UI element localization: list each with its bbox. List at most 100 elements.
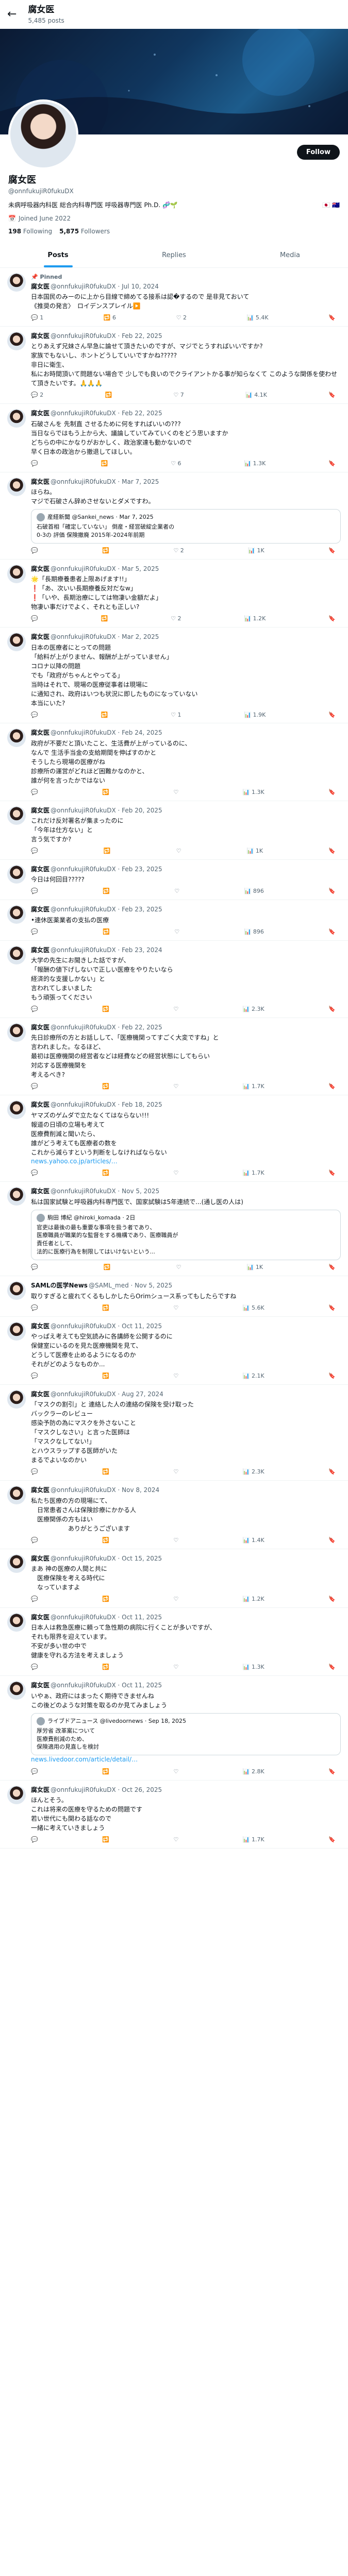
post-author-name[interactable]: 腐女医 [31, 332, 49, 340]
post-repost-button[interactable]: 🔁 [102, 547, 109, 555]
post-like-button[interactable]: ♡ [173, 1768, 178, 1776]
post-like-button[interactable]: ♡ 2 [173, 547, 184, 555]
post-like-button[interactable]: ♡ [173, 1169, 178, 1177]
post-reply-button[interactable]: 💬 [31, 847, 38, 855]
post-repost-button[interactable]: 🔁 [102, 1169, 109, 1177]
bookmark-icon[interactable]: 🔖 [328, 788, 336, 796]
post-repost-button[interactable]: 🔁 [104, 847, 111, 855]
post[interactable]: 腐女医 @onnfukujiR0fukuDX · Oct 26, 2025 ほんとそ… [0, 1781, 348, 1849]
post[interactable]: 腐女医 @onnfukujiR0fukuDX · Feb 24, 2025 政府が不… [0, 723, 348, 801]
profile-avatar[interactable] [8, 99, 78, 170]
post-avatar[interactable] [7, 945, 26, 964]
post[interactable]: 腐女医 @onnfukujiR0fukuDX · Feb 18, 2025 ヤマズの… [0, 1095, 348, 1182]
following-link[interactable]: 198 Following [8, 227, 52, 236]
post-avatar[interactable] [7, 409, 26, 428]
post-reply-button[interactable]: 💬 [31, 711, 38, 719]
post-repost-button[interactable]: 🔁 [102, 1304, 109, 1312]
post-repost-button[interactable]: 🔁 [101, 460, 108, 468]
bookmark-icon[interactable]: 🔖 [328, 711, 336, 719]
post-like-button[interactable]: ♡ [173, 1836, 178, 1844]
post-link[interactable]: news.livedoor.com/article/detail/… [31, 1755, 341, 1764]
post-views-button[interactable]: 📊 896 [244, 928, 264, 936]
post-repost-button[interactable]: 🔁 6 [104, 314, 116, 322]
post[interactable]: 腐女医 @onnfukujiR0fukuDX · Oct 11, 2025 日本人は… [0, 1608, 348, 1676]
post-like-button[interactable]: ♡ [173, 1005, 178, 1013]
post-repost-button[interactable]: 🔁 [103, 928, 110, 936]
bookmark-icon[interactable]: 🔖 [328, 847, 336, 855]
post-avatar[interactable] [7, 1785, 26, 1804]
bookmark-icon[interactable]: 🔖 [328, 1169, 336, 1177]
post-author-name[interactable]: 腐女医 [31, 729, 49, 736]
post-views-button[interactable]: 📊 1.7K [243, 1082, 264, 1091]
post[interactable]: SAMLの医学News @SAML_med · Nov 5, 2025 取りすぎると… [0, 1276, 348, 1317]
bookmark-icon[interactable]: 🔖 [328, 1836, 336, 1844]
post-author-name[interactable]: 腐女医 [31, 1555, 49, 1562]
post-author-handle[interactable]: @onnfukujiR0fukuDX · Oct 11, 2025 [51, 1682, 162, 1689]
post-repost-button[interactable]: 🔁 [102, 1836, 109, 1844]
post-author-handle[interactable]: @onnfukujiR0fukuDX · Oct 15, 2025 [51, 1555, 162, 1562]
post-reply-button[interactable]: 💬 1 [31, 314, 43, 322]
post-like-button[interactable]: ♡ [173, 1468, 178, 1476]
post-author-handle[interactable]: @onnfukujiR0fukuDX · Feb 22, 2025 [51, 332, 162, 340]
bookmark-icon[interactable]: 🔖 [328, 1768, 336, 1776]
post-like-button[interactable]: ♡ [176, 1263, 181, 1272]
post-avatar[interactable] [7, 1389, 26, 1409]
bookmark-icon[interactable]: 🔖 [328, 1082, 336, 1091]
post-avatar[interactable] [7, 865, 26, 884]
post-like-button[interactable]: ♡ [173, 1372, 178, 1380]
post-like-button[interactable]: ♡ 7 [173, 391, 184, 399]
post-author-name[interactable]: 腐女医 [31, 565, 49, 572]
bookmark-icon[interactable]: 🔖 [328, 1663, 336, 1671]
post-avatar[interactable] [7, 1613, 26, 1632]
post-author-handle[interactable]: @onnfukujiR0fukuDX · Jul 10, 2024 [51, 283, 159, 290]
post-link[interactable]: news.yahoo.co.jp/articles/… [31, 1157, 341, 1166]
post-repost-button[interactable]: 🔁 [104, 1263, 111, 1272]
post-reply-button[interactable]: 💬 [31, 547, 38, 555]
post-views-button[interactable]: 📊 1.9K [244, 711, 266, 719]
post-repost-button[interactable]: 🔁 [102, 788, 109, 796]
post-author-handle[interactable]: @onnfukujiR0fukuDX · Feb 22, 2025 [51, 1024, 162, 1031]
post-like-button[interactable]: ♡ [173, 1304, 178, 1312]
post[interactable]: 📌 Pinned 腐女医 @onnfukujiR0fukuDX · Jul 10, … [0, 268, 348, 327]
post[interactable]: 腐女医 @onnfukujiR0fukuDX · Oct 11, 2025 やっぱえ… [0, 1317, 348, 1385]
post-avatar[interactable] [7, 1554, 26, 1573]
post-reply-button[interactable]: 💬 [31, 1372, 38, 1380]
quoted-post[interactable]: 駒田 博紀 @hiroki_komada · 2日 官吏は最後の最も重要な事項を扱… [31, 1209, 341, 1261]
post-repost-button[interactable]: 🔁 [102, 1536, 109, 1545]
post-repost-button[interactable]: 🔁 [102, 1372, 109, 1380]
post[interactable]: 腐女医 @onnfukujiR0fukuDX · Feb 22, 2025 石破さん… [0, 404, 348, 472]
post-author-name[interactable]: 腐女医 [31, 1614, 49, 1621]
post-views-button[interactable]: 📊 1.4K [243, 1536, 264, 1545]
post-author-handle[interactable]: @onnfukujiR0fukuDX · Nov 5, 2025 [51, 1188, 159, 1195]
bookmark-icon[interactable]: 🔖 [328, 1595, 336, 1603]
post-repost-button[interactable]: 🔁 [102, 1663, 109, 1671]
post-avatar[interactable] [7, 331, 26, 350]
bookmark-icon[interactable]: 🔖 [328, 928, 336, 936]
post-avatar[interactable] [7, 1281, 26, 1300]
post[interactable]: 腐女医 @onnfukujiR0fukuDX · Feb 20, 2025 これだけ… [0, 801, 348, 860]
quoted-post[interactable]: 産経新聞 @Sankei_news · Mar 7, 2025 石破首相「確定して… [31, 509, 341, 544]
post[interactable]: 腐女医 @onnfukujiR0fukuDX · Feb 23, 2024 大学の先… [0, 941, 348, 1019]
post[interactable]: 腐女医 @onnfukujiR0fukuDX · Mar 2, 2025 日本の医療… [0, 628, 348, 724]
post-author-handle[interactable]: @onnfukujiR0fukuDX · Feb 23, 2025 [51, 866, 162, 873]
post[interactable]: 腐女医 @onnfukujiR0fukuDX · Oct 11, 2025 いやぁ、… [0, 1676, 348, 1781]
post-avatar[interactable] [7, 1321, 26, 1341]
post-repost-button[interactable]: 🔁 [102, 1082, 109, 1091]
post-author-handle[interactable]: @onnfukujiR0fukuDX · Mar 7, 2025 [51, 478, 159, 485]
post-reply-button[interactable]: 💬 [31, 928, 38, 936]
post-author-name[interactable]: 腐女医 [31, 1024, 49, 1031]
post-avatar[interactable] [7, 905, 26, 924]
post-reply-button[interactable]: 💬 [31, 1169, 38, 1177]
post[interactable]: 腐女医 @onnfukujiR0fukuDX · Feb 23, 2025 今日は何… [0, 860, 348, 901]
post-reply-button[interactable]: 💬 [31, 1836, 38, 1844]
post-views-button[interactable]: 📊 1.7K [243, 1836, 264, 1844]
post-author-name[interactable]: 腐女医 [31, 410, 49, 417]
post-repost-button[interactable]: 🔁 [105, 391, 112, 399]
post-author-name[interactable]: 腐女医 [31, 1486, 49, 1494]
post-author-name[interactable]: 腐女医 [31, 1323, 49, 1330]
post-avatar[interactable] [7, 1100, 26, 1120]
post-like-button[interactable]: ♡ [173, 1595, 178, 1603]
post[interactable]: 腐女医 @onnfukujiR0fukuDX · Aug 27, 2024 「マスク… [0, 1385, 348, 1481]
bookmark-icon[interactable]: 🔖 [328, 1468, 336, 1476]
post-author-handle[interactable]: @onnfukujiR0fukuDX · Aug 27, 2024 [51, 1391, 163, 1398]
